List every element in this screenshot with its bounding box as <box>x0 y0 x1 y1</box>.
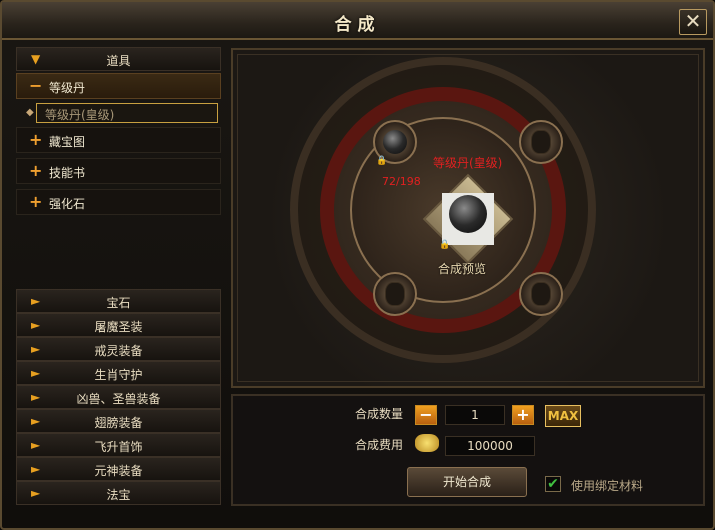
material-slot-bottom-left[interactable] <box>373 272 417 316</box>
expand-icon: + <box>29 130 43 149</box>
collapse-icon: − <box>29 76 43 95</box>
lock-icon: 🔒 <box>376 156 388 166</box>
category-skill-book[interactable]: + 技能书 <box>16 158 221 184</box>
sidebar-item-label: 元神装备 <box>94 464 143 478</box>
bind-material-label: 使用绑定材料 <box>571 479 644 493</box>
sub-item-selected[interactable]: 等级丹(皇级) <box>36 103 218 123</box>
sidebar-item-label: 宝石 <box>106 296 131 310</box>
beast-face-icon <box>385 282 405 306</box>
close-button[interactable]: ✕ <box>679 9 707 35</box>
sidebar-item-label: 生肖守护 <box>94 368 143 382</box>
max-button[interactable]: MAX <box>545 405 581 427</box>
quantity-label: 合成数量 <box>355 407 404 421</box>
category-treasure-map[interactable]: + 藏宝图 <box>16 127 221 153</box>
gold-ingot-icon <box>415 434 439 452</box>
category-sidebar: ▼ 道具 − 等级丹 ◆ 等级丹(皇级) + 藏宝图 + 技能书 + 强化石 ►… <box>16 47 222 507</box>
beast-face-icon <box>531 282 551 306</box>
start-synthesis-button[interactable]: 开始合成 <box>407 467 527 497</box>
category-label: 强化石 <box>49 197 86 211</box>
category-label: 藏宝图 <box>49 135 86 149</box>
material-slot-bottom-right[interactable] <box>519 272 563 316</box>
category-label: 技能书 <box>49 166 86 180</box>
sidebar-item-label: 飞升首饰 <box>94 440 143 454</box>
sidebar-item-ring-spirit[interactable]: ► 戒灵装备 <box>16 337 221 361</box>
cost-label: 合成费用 <box>355 438 404 452</box>
lock-icon: 🔒 <box>439 240 451 250</box>
synthesis-panel: 🔒 72/198 等级丹(皇级) 🔒 合成预览 <box>231 48 705 388</box>
sidebar-item-label: 屠魔圣装 <box>94 320 143 334</box>
level-pill-icon <box>383 130 407 154</box>
decrease-button[interactable]: − <box>415 405 437 425</box>
preview-label: 合成预览 <box>438 262 487 276</box>
material-slot-top-right[interactable] <box>519 120 563 164</box>
sidebar-item-label: 法宝 <box>106 488 131 502</box>
category-enhance-stone[interactable]: + 强化石 <box>16 189 221 215</box>
sidebar-header-props[interactable]: ▼ 道具 <box>16 47 221 71</box>
sidebar-item-label: 翅膀装备 <box>94 416 143 430</box>
sidebar-item-label: 戒灵装备 <box>94 344 143 358</box>
window-title: 合成 <box>334 15 381 35</box>
sidebar-item-wings[interactable]: ► 翅膀装备 <box>16 409 221 433</box>
expand-icon: + <box>29 192 43 211</box>
material-count: 72/198 <box>382 175 421 188</box>
sidebar-item-spirit-gear[interactable]: ► 元神装备 <box>16 457 221 481</box>
sidebar-header-label: 道具 <box>106 54 131 68</box>
title-bar: 合成 ✕ <box>2 2 713 40</box>
bind-material-checkbox[interactable]: ✔ <box>545 476 561 492</box>
category-level-pill[interactable]: − 等级丹 <box>16 73 221 99</box>
beast-face-icon <box>531 130 551 154</box>
sidebar-item-magic-treasure[interactable]: ► 法宝 <box>16 481 221 505</box>
sub-item-label: 等级丹(皇级) <box>45 108 115 122</box>
increase-button[interactable]: + <box>512 405 534 425</box>
sidebar-item-gem[interactable]: ► 宝石 <box>16 289 221 313</box>
quantity-input[interactable]: 1 <box>445 405 505 425</box>
expand-icon: + <box>29 161 43 180</box>
sidebar-item-ascend-jewelry[interactable]: ► 飞升首饰 <box>16 433 221 457</box>
diamond-bullet-icon: ◆ <box>26 107 34 118</box>
result-pill-icon <box>449 195 487 233</box>
cost-value: 100000 <box>445 436 535 456</box>
sidebar-item-beast[interactable]: ► 凶兽、圣兽装备 <box>16 385 221 409</box>
category-label: 等级丹 <box>49 81 86 95</box>
sidebar-item-label: 凶兽、圣兽装备 <box>76 392 161 406</box>
target-item-name: 等级丹(皇级) <box>433 156 503 170</box>
sidebar-item-demon-slayer[interactable]: ► 屠魔圣装 <box>16 313 221 337</box>
sidebar-item-zodiac[interactable]: ► 生肖守护 <box>16 361 221 385</box>
